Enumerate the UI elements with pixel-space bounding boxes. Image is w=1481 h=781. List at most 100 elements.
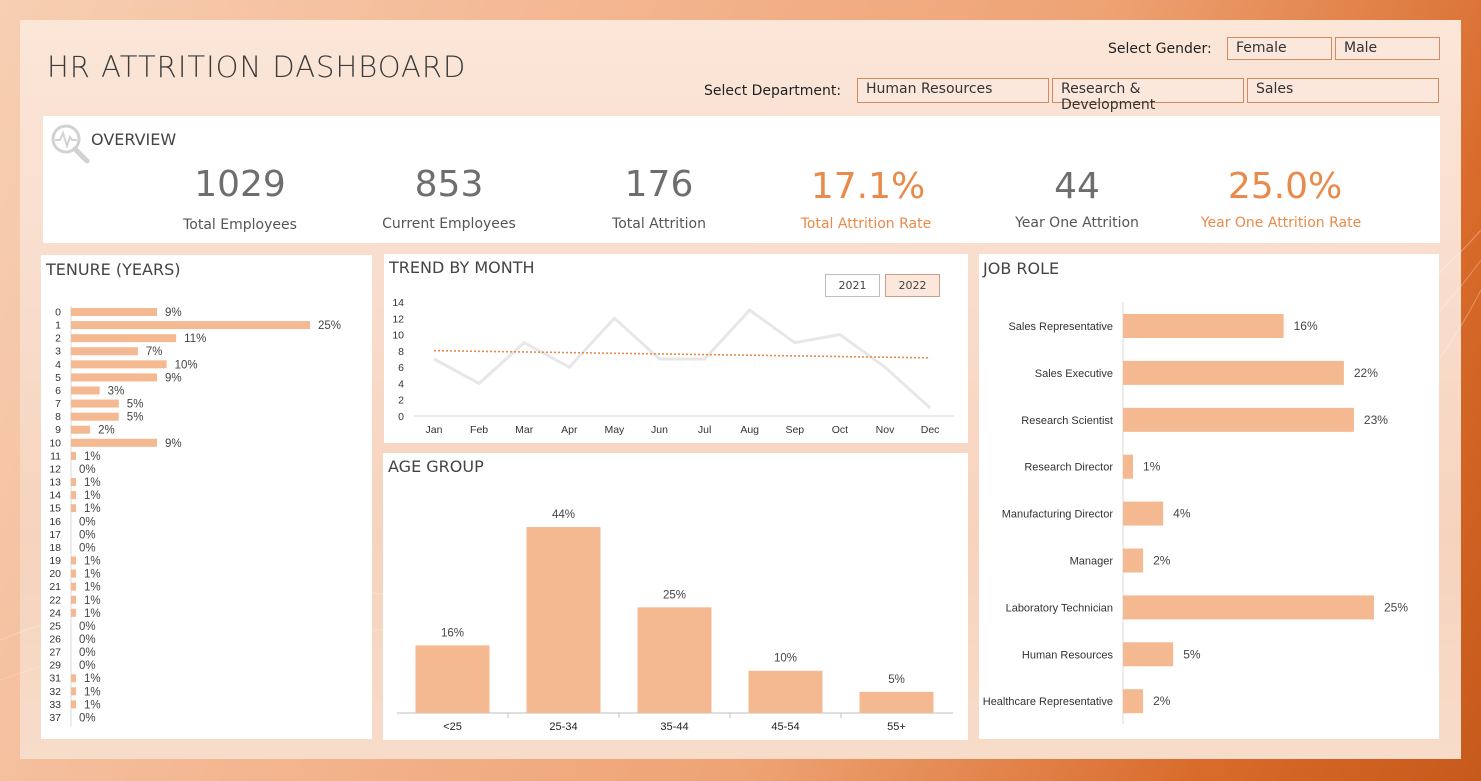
tenure-bar — [71, 360, 167, 369]
jobrole-tick-label: Sales Executive — [1035, 368, 1113, 380]
tenure-data-label: 3% — [108, 385, 125, 397]
trend-panel: TREND BY MONTH 2021 2022 0 2 4 6 8 10 12 14 Jan F… — [384, 254, 968, 443]
tenure-tick-label: 6 — [55, 385, 61, 397]
tenure-chart: 0 9%1 25%2 11%3 7%4 10%5 9%6 3%7 5%8 5%9 2%10 9%11 1… — [49, 306, 341, 727]
jobrole-data-label: 22% — [1354, 366, 1378, 380]
tenure-data-label: 1% — [84, 595, 101, 607]
tenure-data-label: 0% — [79, 529, 96, 541]
tenure-data-label: 9% — [165, 307, 182, 319]
kpi-total-attrition-label: Total Attrition — [612, 216, 706, 232]
age-tick-label: 45-54 — [771, 721, 799, 733]
tenure-tick-label: 0 — [55, 307, 61, 319]
tenure-data-label: 0% — [79, 647, 96, 659]
tenure-tick-label: 33 — [49, 699, 61, 711]
tenure-bar — [71, 334, 177, 343]
trend-y-tick-label: 2 — [398, 395, 404, 407]
age-tick-label: 55+ — [887, 721, 906, 733]
jobrole-tick-label: Laboratory Technician — [1006, 602, 1113, 614]
tenure-bar — [71, 308, 158, 316]
department-filter-label: Select Department: — [704, 83, 842, 99]
tenure-tick-label: 8 — [55, 411, 61, 423]
department-option-rnd[interactable]: Research & Development — [1052, 78, 1244, 113]
age-bar — [859, 691, 934, 713]
jobrole-panel: JOB ROLE Sales Representative 16% Sales Ex… — [979, 254, 1439, 739]
trend-y-tick-label: 0 — [398, 411, 404, 423]
tenure-bar — [71, 386, 100, 395]
tenure-data-label: 0% — [79, 621, 96, 633]
trend-y-tick-label: 10 — [392, 330, 404, 342]
tenure-data-label: 11% — [184, 333, 206, 345]
tenure-tick-label: 26 — [49, 634, 61, 646]
age-tick-label: 35-44 — [660, 721, 688, 733]
kpi-year-one-attrition-value: 44 — [1054, 166, 1100, 207]
kpi-total-employees-label: Total Employees — [183, 217, 297, 233]
jobrole-chart: Sales Representative 16% Sales Executive 22… — [983, 302, 1408, 724]
jobrole-bar — [1123, 689, 1144, 714]
tenure-tick-label: 5 — [55, 372, 61, 384]
kpi-total-attrition-rate-label: Total Attrition Rate — [800, 216, 932, 232]
department-option-sales[interactable]: Sales — [1247, 78, 1439, 103]
kpi-year-one-attrition-rate-label: Year One Attrition Rate — [1200, 215, 1362, 231]
gender-filter-label: Select Gender: — [1108, 41, 1212, 57]
jobrole-tick-label: Sales Representative — [1008, 321, 1113, 333]
age-tick-label: <25 — [443, 721, 462, 733]
department-option-hr[interactable]: Human Resources — [857, 78, 1049, 103]
trend-y-tick-label: 8 — [398, 346, 404, 358]
tenure-tick-label: 14 — [49, 490, 61, 502]
trend-y-tick-label: 6 — [398, 362, 404, 374]
tenure-data-label: 1% — [84, 608, 101, 620]
tenure-bar — [71, 700, 76, 709]
tenure-tick-label: 11 — [50, 450, 61, 462]
jobrole-bar — [1123, 501, 1164, 526]
tenure-data-label: 0% — [79, 464, 96, 476]
tenure-bar — [71, 412, 119, 421]
age-data-label: 5% — [888, 674, 905, 686]
tenure-data-label: 5% — [127, 412, 144, 424]
jobrole-bar — [1123, 314, 1284, 338]
tenure-tick-label: 31 — [49, 673, 61, 685]
gender-option-female[interactable]: Female — [1227, 37, 1332, 60]
trend-x-tick-label: Sep — [785, 424, 804, 436]
tenure-bar — [71, 674, 76, 683]
tenure-bar — [71, 504, 76, 513]
trend-x-tick-label: Oct — [832, 424, 848, 436]
tenure-tick-label: 9 — [55, 424, 61, 436]
trend-x-tick-label: Jan — [426, 424, 443, 436]
tenure-data-label: 1% — [84, 569, 101, 581]
tenure-bar — [71, 608, 76, 617]
tenure-data-label: 25% — [318, 320, 341, 332]
tenure-data-label: 0% — [79, 660, 96, 672]
jobrole-data-label: 2% — [1153, 694, 1171, 708]
kpi-total-employees-value: 1029 — [194, 164, 286, 205]
tenure-tick-label: 4 — [55, 359, 61, 371]
tenure-tick-label: 19 — [49, 555, 61, 567]
tenure-data-label: 5% — [127, 399, 144, 411]
trend-x-tick-label: Aug — [740, 424, 759, 436]
trend-x-tick-label: Dec — [921, 424, 940, 436]
age-bar — [748, 670, 823, 713]
trend-y-tick-label: 14 — [392, 297, 404, 309]
tenure-panel: TENURE (YEARS) 0 9% 1 25% 2 11% 3 7% 4 10% 5 9% 6 3% 7… — [41, 255, 372, 739]
tenure-bar — [71, 595, 76, 604]
tenure-tick-label: 15 — [49, 503, 61, 515]
tenure-data-label: 0% — [79, 712, 96, 724]
tenure-tick-label: 1 — [55, 320, 61, 332]
tenure-tick-label: 20 — [49, 568, 61, 580]
tenure-tick-label: 2 — [55, 333, 61, 345]
age-chart: 16% <25 44% 25-34 25% 35-44 10% 45-54 5% 55+ — [397, 509, 953, 733]
jobrole-bar — [1123, 454, 1134, 479]
kpi-year-one-attrition-rate-value: 25.0% — [1227, 166, 1343, 207]
tenure-bar — [71, 373, 158, 382]
tenure-data-label: 10% — [175, 359, 198, 371]
tenure-data-label: 1% — [84, 582, 101, 594]
overview-title: OVERVIEW — [91, 130, 177, 149]
tenure-tick-label: 18 — [49, 542, 61, 554]
tenure-bar — [71, 438, 158, 447]
age-bar — [637, 607, 712, 713]
age-data-label: 16% — [441, 627, 464, 639]
gender-option-male[interactable]: Male — [1335, 37, 1440, 60]
tenure-tick-label: 7 — [55, 398, 61, 410]
tenure-tick-label: 37 — [49, 712, 61, 724]
tenure-tick-label: 29 — [49, 660, 61, 672]
jobrole-tick-label: Manager — [1070, 556, 1114, 568]
